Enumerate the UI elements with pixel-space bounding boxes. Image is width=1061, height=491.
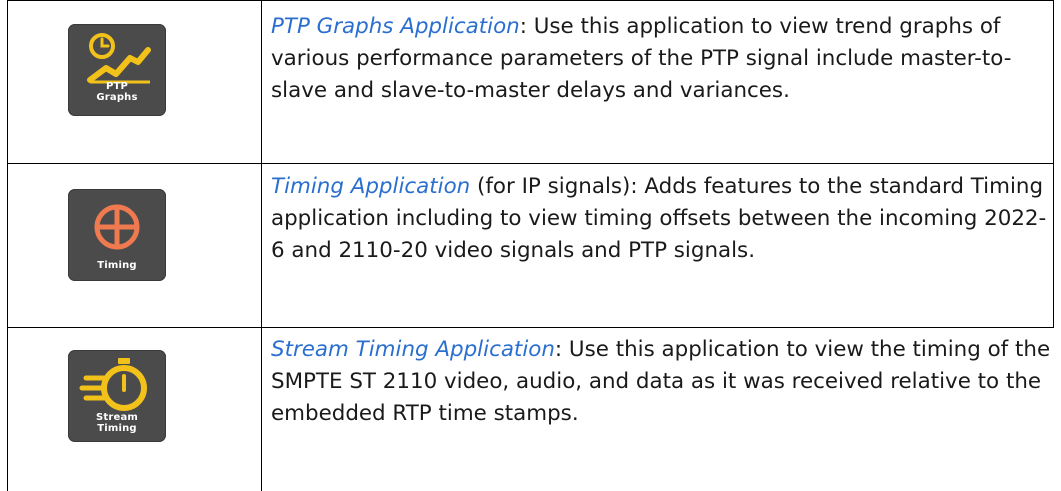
ptp-graphs-link[interactable]: PTP Graphs Application — [271, 14, 520, 39]
icon-label: Stream — [95, 412, 139, 423]
stream-timing-link[interactable]: Stream Timing Application — [271, 337, 555, 362]
applications-table: PTP Graphs PTP Graphs Application: Use t… — [0, 0, 1061, 491]
stream-timing-description: Stream Timing Application: Use this appl… — [271, 334, 1053, 430]
timing-link[interactable]: Timing Application — [271, 174, 477, 199]
table-row-divider — [7, 327, 1054, 328]
table-column-divider — [261, 0, 262, 491]
table-border-right — [1053, 164, 1054, 328]
icon-label: Timing — [97, 423, 137, 434]
icon-label: Timing — [97, 260, 137, 271]
table-border-left — [7, 0, 8, 491]
ptp-graphs-description: PTP Graphs Application: Use this applica… — [271, 11, 1053, 107]
ptp-graphs-icon[interactable]: PTP Graphs — [68, 24, 166, 116]
table-border-right — [1053, 0, 1054, 164]
table-row-divider — [7, 163, 1054, 164]
icon-label: Graphs — [96, 92, 138, 103]
timing-icon[interactable]: Timing — [68, 189, 166, 281]
icon-label: PTP — [105, 81, 129, 92]
table-border-top — [7, 0, 1054, 1]
stream-timing-icon[interactable]: Stream Timing — [68, 350, 166, 442]
timing-description: Timing Application (for IP signals): Add… — [271, 171, 1053, 267]
